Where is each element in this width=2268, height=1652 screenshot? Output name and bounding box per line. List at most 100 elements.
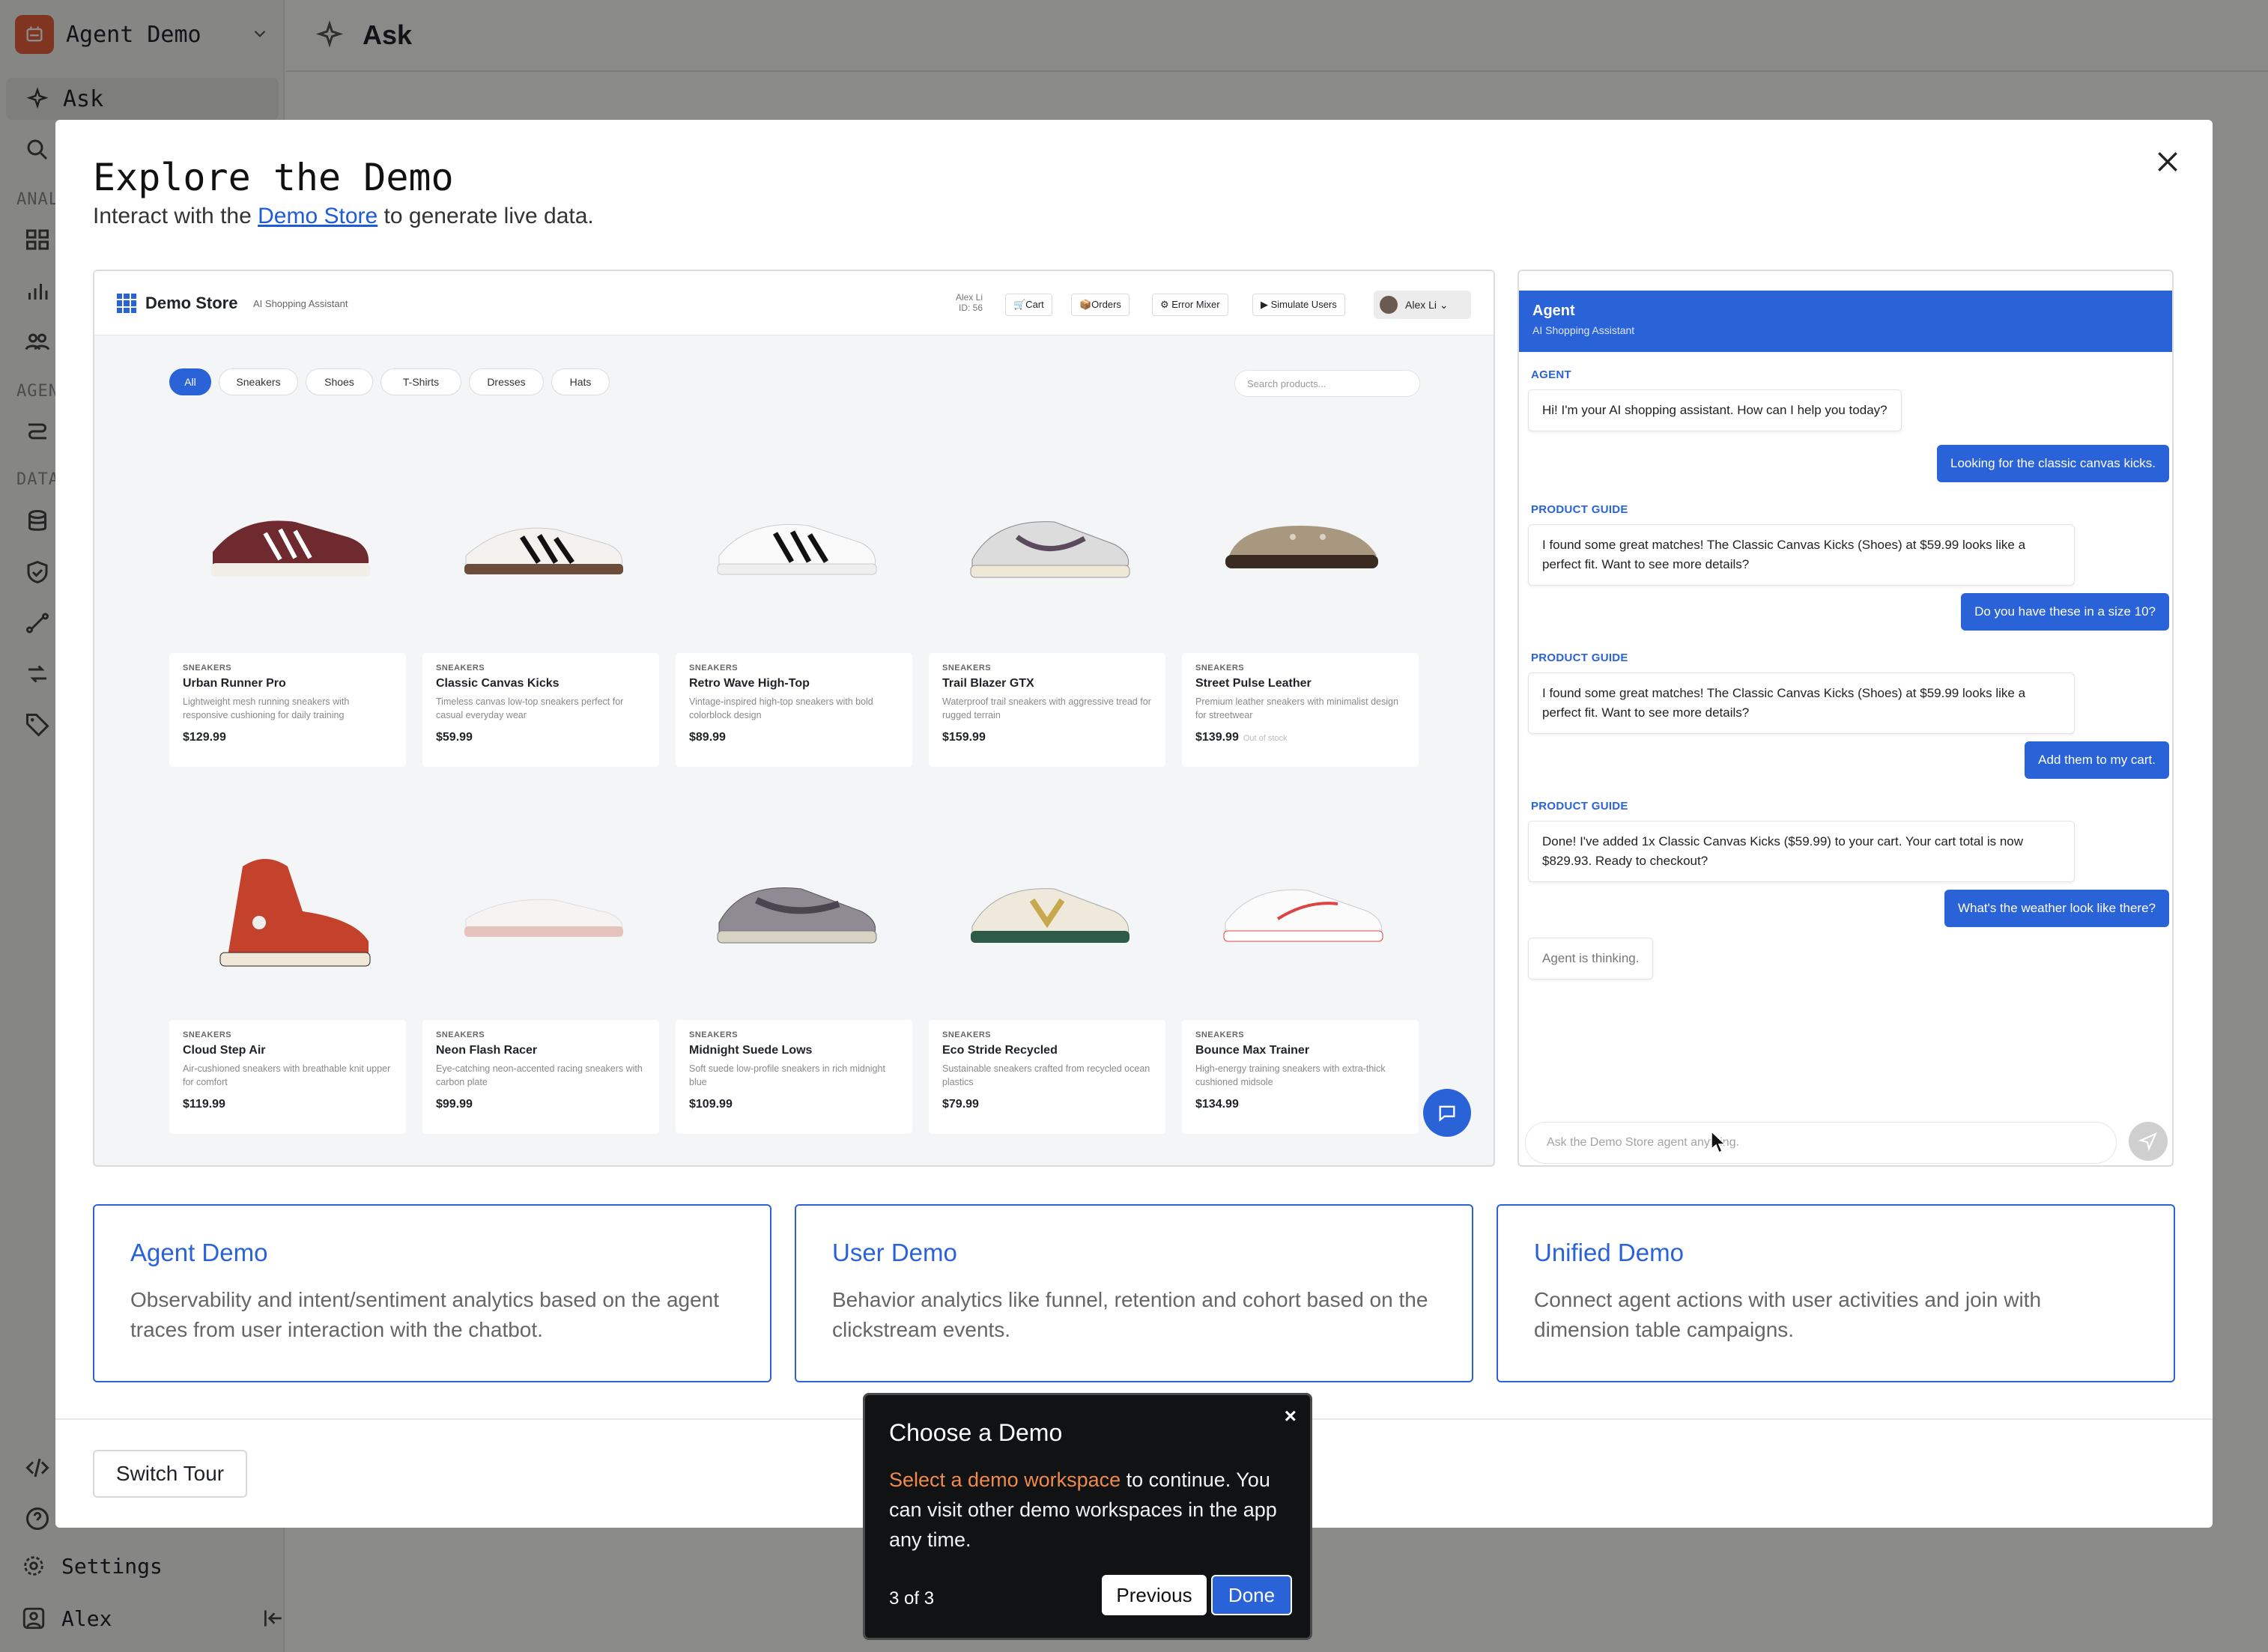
category-dresses[interactable]: Dresses bbox=[469, 368, 544, 395]
product-name: Bounce Max Trainer bbox=[1195, 1044, 1310, 1057]
category-all[interactable]: All bbox=[169, 368, 211, 395]
orders-button[interactable]: 📦Orders bbox=[1071, 294, 1130, 316]
product-name: Trail Blazer GTX bbox=[942, 677, 1034, 690]
product-name: Street Pulse Leather bbox=[1195, 677, 1312, 690]
product-name: Classic Canvas Kicks bbox=[436, 677, 560, 690]
shoe-image-icon bbox=[422, 428, 659, 653]
agent-demo-card[interactable]: Agent Demo Observability and intent/sent… bbox=[93, 1204, 771, 1382]
product-name: Retro Wave High-Top bbox=[689, 677, 810, 690]
demo-store-preview[interactable]: Demo Store AI Shopping Assistant Alex Li… bbox=[93, 270, 1495, 1167]
shoe-image-icon bbox=[676, 428, 912, 653]
send-button[interactable] bbox=[2129, 1122, 2168, 1161]
user-info-name: Alex Li bbox=[956, 292, 983, 303]
store-profile-menu[interactable]: Alex Li ⌄ bbox=[1374, 291, 1471, 319]
product-card[interactable]: SNEAKERS Neon Flash Racer Eye-catching n… bbox=[422, 795, 659, 1134]
agent-label: AGENT bbox=[1531, 368, 1571, 381]
shoe-image-icon bbox=[1182, 795, 1419, 1020]
product-category: SNEAKERS bbox=[436, 663, 485, 672]
chat-fab-button[interactable] bbox=[1423, 1089, 1471, 1137]
tour-popover: × Choose a Demo Select a demo workspace … bbox=[863, 1393, 1312, 1640]
demo-card-title: User Demo bbox=[832, 1239, 957, 1266]
user-message: Do you have these in a size 10? bbox=[1961, 593, 2169, 631]
previous-button[interactable]: Previous bbox=[1102, 1575, 1207, 1615]
product-category: SNEAKERS bbox=[942, 663, 992, 672]
demo-card-title: Unified Demo bbox=[1534, 1239, 1684, 1266]
product-guide-label: PRODUCT GUIDE bbox=[1531, 800, 1628, 813]
product-description: Lightweight mesh running sneakers with r… bbox=[183, 696, 350, 720]
product-card[interactable]: SNEAKERS Midnight Suede Lows Soft suede … bbox=[676, 795, 912, 1134]
switch-tour-button[interactable]: Switch Tour bbox=[93, 1450, 247, 1498]
chat-subtitle: AI Shopping Assistant bbox=[1532, 324, 1635, 336]
product-card[interactable]: SNEAKERS Cloud Step Air Air-cushioned sn… bbox=[169, 795, 406, 1134]
category-shoes[interactable]: Shoes bbox=[306, 368, 373, 395]
product-name: Midnight Suede Lows bbox=[689, 1044, 813, 1057]
product-description: Sustainable sneakers crafted from recycl… bbox=[942, 1063, 1150, 1087]
product-name: Neon Flash Racer bbox=[436, 1044, 538, 1057]
product-price: $159.99 bbox=[942, 731, 986, 744]
category-hats[interactable]: Hats bbox=[551, 368, 610, 395]
done-button[interactable]: Done bbox=[1211, 1575, 1292, 1615]
demo-store-link[interactable]: Demo Store bbox=[258, 204, 378, 228]
product-card[interactable]: SNEAKERS Urban Runner Pro Lightweight me… bbox=[169, 428, 406, 767]
store-grid-logo-icon bbox=[117, 294, 136, 313]
product-description: High-energy training sneakers with extra… bbox=[1195, 1063, 1386, 1087]
category-sneakers[interactable]: Sneakers bbox=[219, 368, 298, 395]
tour-body: Select a demo workspace to continue. You… bbox=[889, 1465, 1286, 1555]
store-search-input[interactable]: Search products... bbox=[1234, 370, 1420, 397]
product-card[interactable]: SNEAKERS Bounce Max Trainer High-energy … bbox=[1182, 795, 1419, 1134]
close-icon[interactable] bbox=[2153, 147, 2183, 177]
product-price: $109.99 bbox=[689, 1098, 733, 1111]
product-name: Cloud Step Air bbox=[183, 1044, 266, 1057]
unified-demo-card[interactable]: Unified Demo Connect agent actions with … bbox=[1497, 1204, 2175, 1382]
tour-close-icon[interactable]: × bbox=[1285, 1404, 1297, 1428]
product-price: $59.99 bbox=[436, 731, 473, 744]
chat-header: Agent AI Shopping Assistant bbox=[1519, 291, 2172, 352]
shoe-image-icon bbox=[169, 428, 406, 653]
modal-subtitle: Interact with the Demo Store to generate… bbox=[93, 204, 594, 229]
product-price: $134.99 bbox=[1195, 1098, 1239, 1111]
agent-message: I found some great matches! The Classic … bbox=[1528, 524, 2075, 586]
agent-message: Hi! I'm your AI shopping assistant. How … bbox=[1528, 389, 1902, 431]
store-user-info: Alex Li ID: 56 bbox=[956, 292, 983, 313]
error-mixer-button[interactable]: ⚙ Error Mixer bbox=[1152, 294, 1228, 316]
product-description: Vintage-inspired high-top sneakers with … bbox=[689, 696, 873, 720]
product-category: SNEAKERS bbox=[689, 1030, 739, 1039]
user-message: What's the weather look like there? bbox=[1944, 890, 2169, 927]
store-name: Demo Store bbox=[145, 294, 238, 312]
product-category: SNEAKERS bbox=[942, 1030, 992, 1039]
agent-chat-preview[interactable]: Agent AI Shopping Assistant AGENT Hi! I'… bbox=[1517, 270, 2174, 1167]
user-demo-card[interactable]: User Demo Behavior analytics like funnel… bbox=[795, 1204, 1473, 1382]
subtitle-prefix: Interact with the bbox=[93, 204, 252, 228]
product-card[interactable]: SNEAKERS Street Pulse Leather Premium le… bbox=[1182, 428, 1419, 767]
cart-button[interactable]: 🛒Cart bbox=[1005, 294, 1052, 316]
product-description: Soft suede low-profile sneakers in rich … bbox=[689, 1063, 885, 1087]
product-guide-label: PRODUCT GUIDE bbox=[1531, 652, 1628, 664]
product-card[interactable]: SNEAKERS Eco Stride Recycled Sustainable… bbox=[929, 795, 1165, 1134]
product-description: Eye-catching neon-accented racing sneake… bbox=[436, 1063, 643, 1087]
product-card[interactable]: SNEAKERS Retro Wave High-Top Vintage-ins… bbox=[676, 428, 912, 767]
tour-highlight: Select a demo workspace bbox=[889, 1469, 1121, 1491]
product-description: Waterproof trail sneakers with aggressiv… bbox=[942, 696, 1151, 720]
stock-status: Out of stock bbox=[1243, 734, 1288, 743]
shoe-image-icon bbox=[169, 795, 406, 1020]
agent-message: I found some great matches! The Classic … bbox=[1528, 672, 2075, 734]
product-category: SNEAKERS bbox=[436, 1030, 485, 1039]
simulate-users-button[interactable]: ▶ Simulate Users bbox=[1252, 294, 1345, 316]
thinking-indicator: Agent is thinking. bbox=[1528, 938, 1654, 980]
category-tshirts[interactable]: T-Shirts bbox=[380, 368, 461, 395]
product-card[interactable]: SNEAKERS Trail Blazer GTX Waterproof tra… bbox=[929, 428, 1165, 767]
shoe-image-icon bbox=[1182, 428, 1419, 653]
explore-demo-modal: Explore the Demo Interact with the Demo … bbox=[55, 120, 2213, 1528]
demo-card-description: Observability and intent/sentiment analy… bbox=[130, 1288, 720, 1341]
chat-input[interactable]: Ask the Demo Store agent anything. bbox=[1525, 1122, 2117, 1164]
agent-message: Done! I've added 1x Classic Canvas Kicks… bbox=[1528, 821, 2075, 882]
send-icon bbox=[2138, 1132, 2157, 1151]
product-card[interactable]: SNEAKERS Classic Canvas Kicks Timeless c… bbox=[422, 428, 659, 767]
tour-title: Choose a Demo bbox=[889, 1419, 1063, 1446]
user-message: Add them to my cart. bbox=[2025, 741, 2169, 779]
store-tagline: AI Shopping Assistant bbox=[253, 298, 348, 309]
product-guide-label: PRODUCT GUIDE bbox=[1531, 503, 1628, 516]
product-description: Premium leather sneakers with minimalist… bbox=[1195, 696, 1398, 720]
chat-bubble-icon bbox=[1439, 1105, 1455, 1122]
demo-card-description: Connect agent actions with user activiti… bbox=[1534, 1288, 2042, 1341]
